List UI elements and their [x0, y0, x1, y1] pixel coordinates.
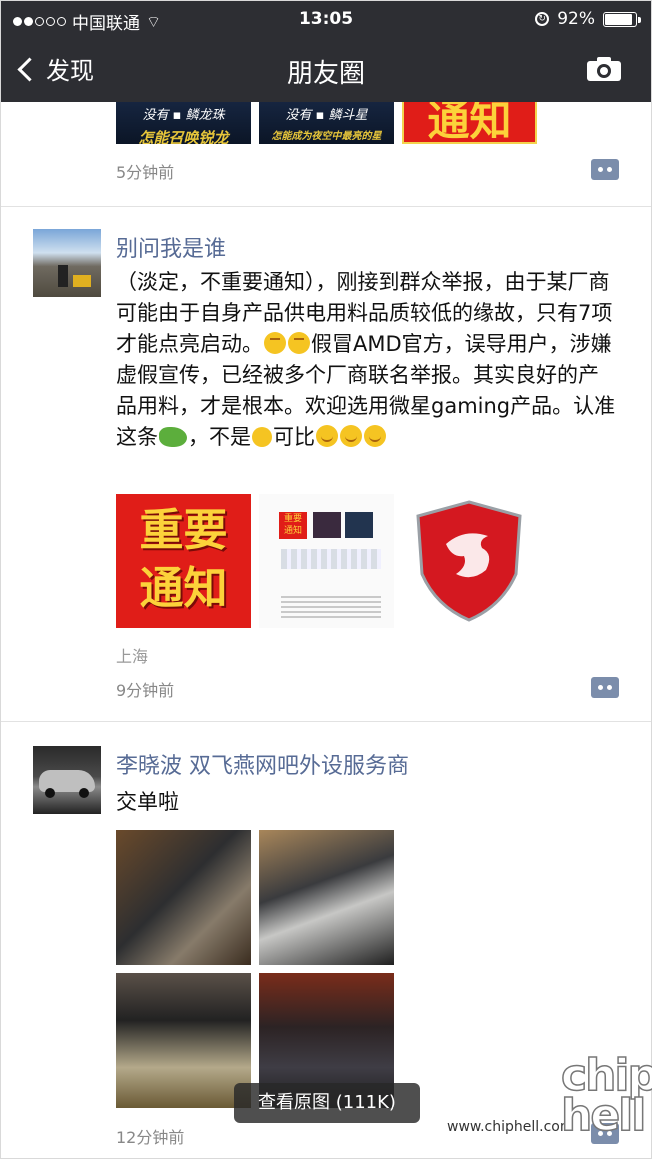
image-caption: 没有 ▪ 鳞龙珠: [142, 108, 225, 123]
comment-button[interactable]: [591, 677, 619, 698]
post-divider: [1, 206, 651, 207]
post-divider: [1, 721, 651, 722]
mini-thumb: [313, 512, 341, 538]
post-text-part: 可比: [273, 425, 315, 449]
mini-notice-thumb: 重要 通知: [279, 512, 307, 539]
image-text: 通知: [427, 96, 512, 144]
post-time: 9分钟前: [116, 681, 175, 700]
post2-image-1[interactable]: 重要 通知: [116, 494, 251, 628]
post-text: （淡定，不重要通知），刚接到群众举报，由于某厂商可能由于自身产品供电用料品质较低…: [116, 267, 616, 453]
status-bar: 中国联通 ⌔ 13:05 ↻ 92%: [1, 1, 651, 37]
image-text: 重要: [283, 514, 302, 524]
comment-button[interactable]: [591, 159, 619, 180]
image-text: 通知: [283, 526, 302, 536]
watermark-logo-text: hell: [560, 1090, 647, 1141]
post-location[interactable]: 上海: [116, 643, 148, 667]
post-time: 12分钟前: [116, 1128, 185, 1147]
watermark-logo: chip hell: [560, 1053, 652, 1148]
smile-emoji-icon: [340, 425, 362, 447]
post-author[interactable]: 别问我是谁: [116, 231, 226, 263]
nav-bar: 发现 朋友圈: [1, 37, 651, 102]
post3-photo-3[interactable]: [116, 973, 251, 1108]
blurred-text: [281, 549, 381, 569]
msi-shield-icon: [416, 500, 522, 622]
sad-emoji-icon: [252, 427, 272, 447]
page-title: 朋友圈: [286, 59, 365, 89]
post2-image-2[interactable]: 重要 通知: [259, 494, 394, 628]
battery-percent: 92%: [557, 9, 595, 29]
watermark-url: www.chiphell.com: [447, 1119, 574, 1135]
smile-emoji-icon: [364, 425, 386, 447]
camera-button[interactable]: [587, 57, 621, 81]
blurred-text: [281, 596, 381, 620]
mini-thumb: [345, 512, 373, 538]
camera-icon: [597, 64, 611, 78]
image-text: 通知: [139, 563, 228, 614]
wink-emoji-icon: [288, 332, 310, 354]
avatar[interactable]: [33, 746, 101, 814]
view-original-image-button[interactable]: 查看原图 (111K): [234, 1083, 420, 1123]
image-caption: 没有 ▪ 鳞斗星: [285, 108, 368, 123]
image-caption: 怎能召唤锐龙: [138, 129, 229, 144]
post-author[interactable]: 李晓波 双飞燕网吧外设服务商: [116, 748, 409, 780]
post2-image-3[interactable]: [402, 494, 537, 628]
post3-photo-2[interactable]: [259, 830, 394, 965]
smile-emoji-icon: [316, 425, 338, 447]
image-text: 重要: [139, 505, 228, 556]
wink-emoji-icon: [264, 332, 286, 354]
avatar[interactable]: [33, 229, 101, 297]
battery-fill: [605, 13, 632, 25]
post-text: 交单啦: [116, 790, 179, 814]
battery-icon: [603, 11, 641, 27]
dragon-emoji-icon: [159, 427, 187, 447]
post-time: 5分钟前: [116, 163, 175, 182]
status-right: ↻ 92%: [535, 9, 641, 29]
post-text-part: ，不是: [188, 425, 251, 449]
top-bar: 中国联通 ⌔ 13:05 ↻ 92% 发现 朋友圈: [1, 1, 651, 102]
rotation-lock-icon: ↻: [535, 12, 550, 26]
image-caption: 怎能成为夜空中最亮的星: [271, 131, 382, 142]
post3-photo-1[interactable]: [116, 830, 251, 965]
